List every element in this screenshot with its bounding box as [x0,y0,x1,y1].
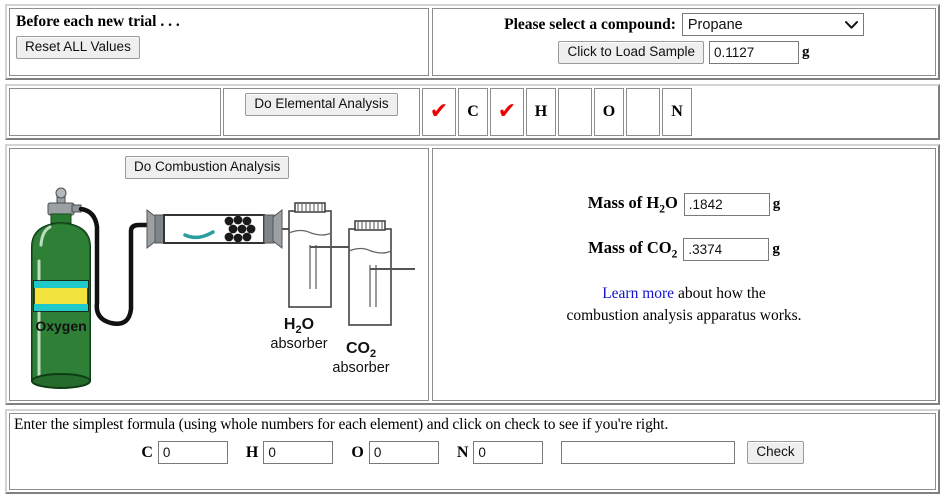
trial-heading: Before each new trial . . . [16,13,180,30]
elemental-analysis-row: Do Elemental Analysis ✔ C ✔ H O N [5,84,940,140]
sample-mass-input[interactable] [709,41,800,64]
formula-inputs-row: C H O N Check [14,441,931,464]
water-mass-unit: g [772,196,781,212]
trial-panel: Before each new trial . . . Reset ALL Va… [9,8,429,76]
water-mass-input[interactable] [683,193,770,216]
check-icon-h: ✔ [497,99,517,124]
learn-more-text: Learn more about how the combustion anal… [433,283,935,328]
formula-label-h: H [245,443,259,461]
combustion-analysis-app: Before each new trial . . . Reset ALL Va… [0,0,945,504]
formula-instruction: Enter the simplest formula (using whole … [14,416,669,433]
compound-select-wrapper: Propane [681,13,864,36]
formula-input-o[interactable] [368,441,439,464]
combustion-button-wrap: Do Combustion Analysis [125,156,290,179]
catalyst-granules [224,215,256,243]
combustion-apparatus-diagram: Oxygen H2O absorber CO2 absorber [31,187,415,389]
compound-heading: Please select a compound: [504,15,676,33]
trial-and-compound-row: Before each new trial . . . Reset ALL Va… [5,4,940,80]
reset-all-values-button[interactable]: Reset ALL Values [16,36,140,59]
compound-select[interactable]: Propane [681,13,864,36]
combustion-tube-icon [146,208,283,250]
formula-label-c: C [141,443,153,461]
formula-answer-input[interactable] [561,441,736,464]
elemental-symbol-h: H [526,88,556,136]
apparatus-panel: Do Combustion Analysis Oxygen H2O absorb… [9,148,429,401]
compound-select-value: Propane [687,17,743,33]
learn-more-suffix: about how the [674,285,766,302]
combustion-row: Do Combustion Analysis Oxygen H2O absorb… [5,144,940,405]
check-button[interactable]: Check [747,441,804,464]
formula-input-h[interactable] [263,441,334,464]
oxygen-supply-tube [78,206,152,326]
compound-panel: Please select a compound: Propane Click … [432,8,936,76]
learn-more-link[interactable]: Learn more [602,285,674,302]
formula-label-n: N [456,443,469,461]
co2-absorber-icon [348,220,415,326]
co2-mass-input[interactable] [683,238,770,261]
sample-mass-unit: g [802,44,810,60]
co2-absorber-label-line1: CO2 [346,340,376,360]
do-combustion-analysis-button[interactable]: Do Combustion Analysis [125,156,290,179]
co2-mass-unit: g [772,241,780,257]
load-sample-row: Click to Load Sample g [439,41,929,64]
water-absorber-label-line2: absorber [270,336,327,352]
load-sample-button[interactable]: Click to Load Sample [558,41,705,64]
co2-mass-label: Mass of CO2 [588,238,678,261]
results-panel: Mass of H2O g Mass of CO2 g Learn more a… [432,148,936,401]
elemental-check-o [558,88,592,136]
do-elemental-analysis-button[interactable]: Do Elemental Analysis [245,93,398,116]
elemental-button-cell: Do Elemental Analysis [223,88,420,136]
oxygen-tank-icon: Oxygen [31,187,91,389]
formula-input-n[interactable] [473,441,544,464]
water-absorber-label-line1: H2O [284,316,314,336]
elemental-left-spacer [9,88,221,136]
water-absorber-icon [288,202,332,308]
elemental-symbol-o: O [594,88,624,136]
formula-input-c[interactable] [157,441,228,464]
formula-entry-row: Enter the simplest formula (using whole … [5,409,940,494]
elemental-check-c: ✔ [422,88,456,136]
chevron-down-icon [844,20,858,29]
check-icon-c: ✔ [429,99,449,124]
elemental-check-h: ✔ [490,88,524,136]
learn-more-line2: combustion analysis apparatus works. [566,307,802,325]
elemental-check-n [626,88,660,136]
water-mass-label: Mass of H2O [587,193,678,216]
co2-absorber-label-line2: absorber [332,360,389,376]
formula-label-o: O [351,443,364,461]
formula-entry-inner: Enter the simplest formula (using whole … [9,413,936,490]
water-mass-row: Mass of H2O g [433,193,935,216]
elemental-symbol-n: N [662,88,692,136]
elemental-symbol-c: C [458,88,488,136]
co2-mass-row: Mass of CO2 g [433,238,935,261]
oxygen-tank-label: Oxygen [35,318,86,334]
